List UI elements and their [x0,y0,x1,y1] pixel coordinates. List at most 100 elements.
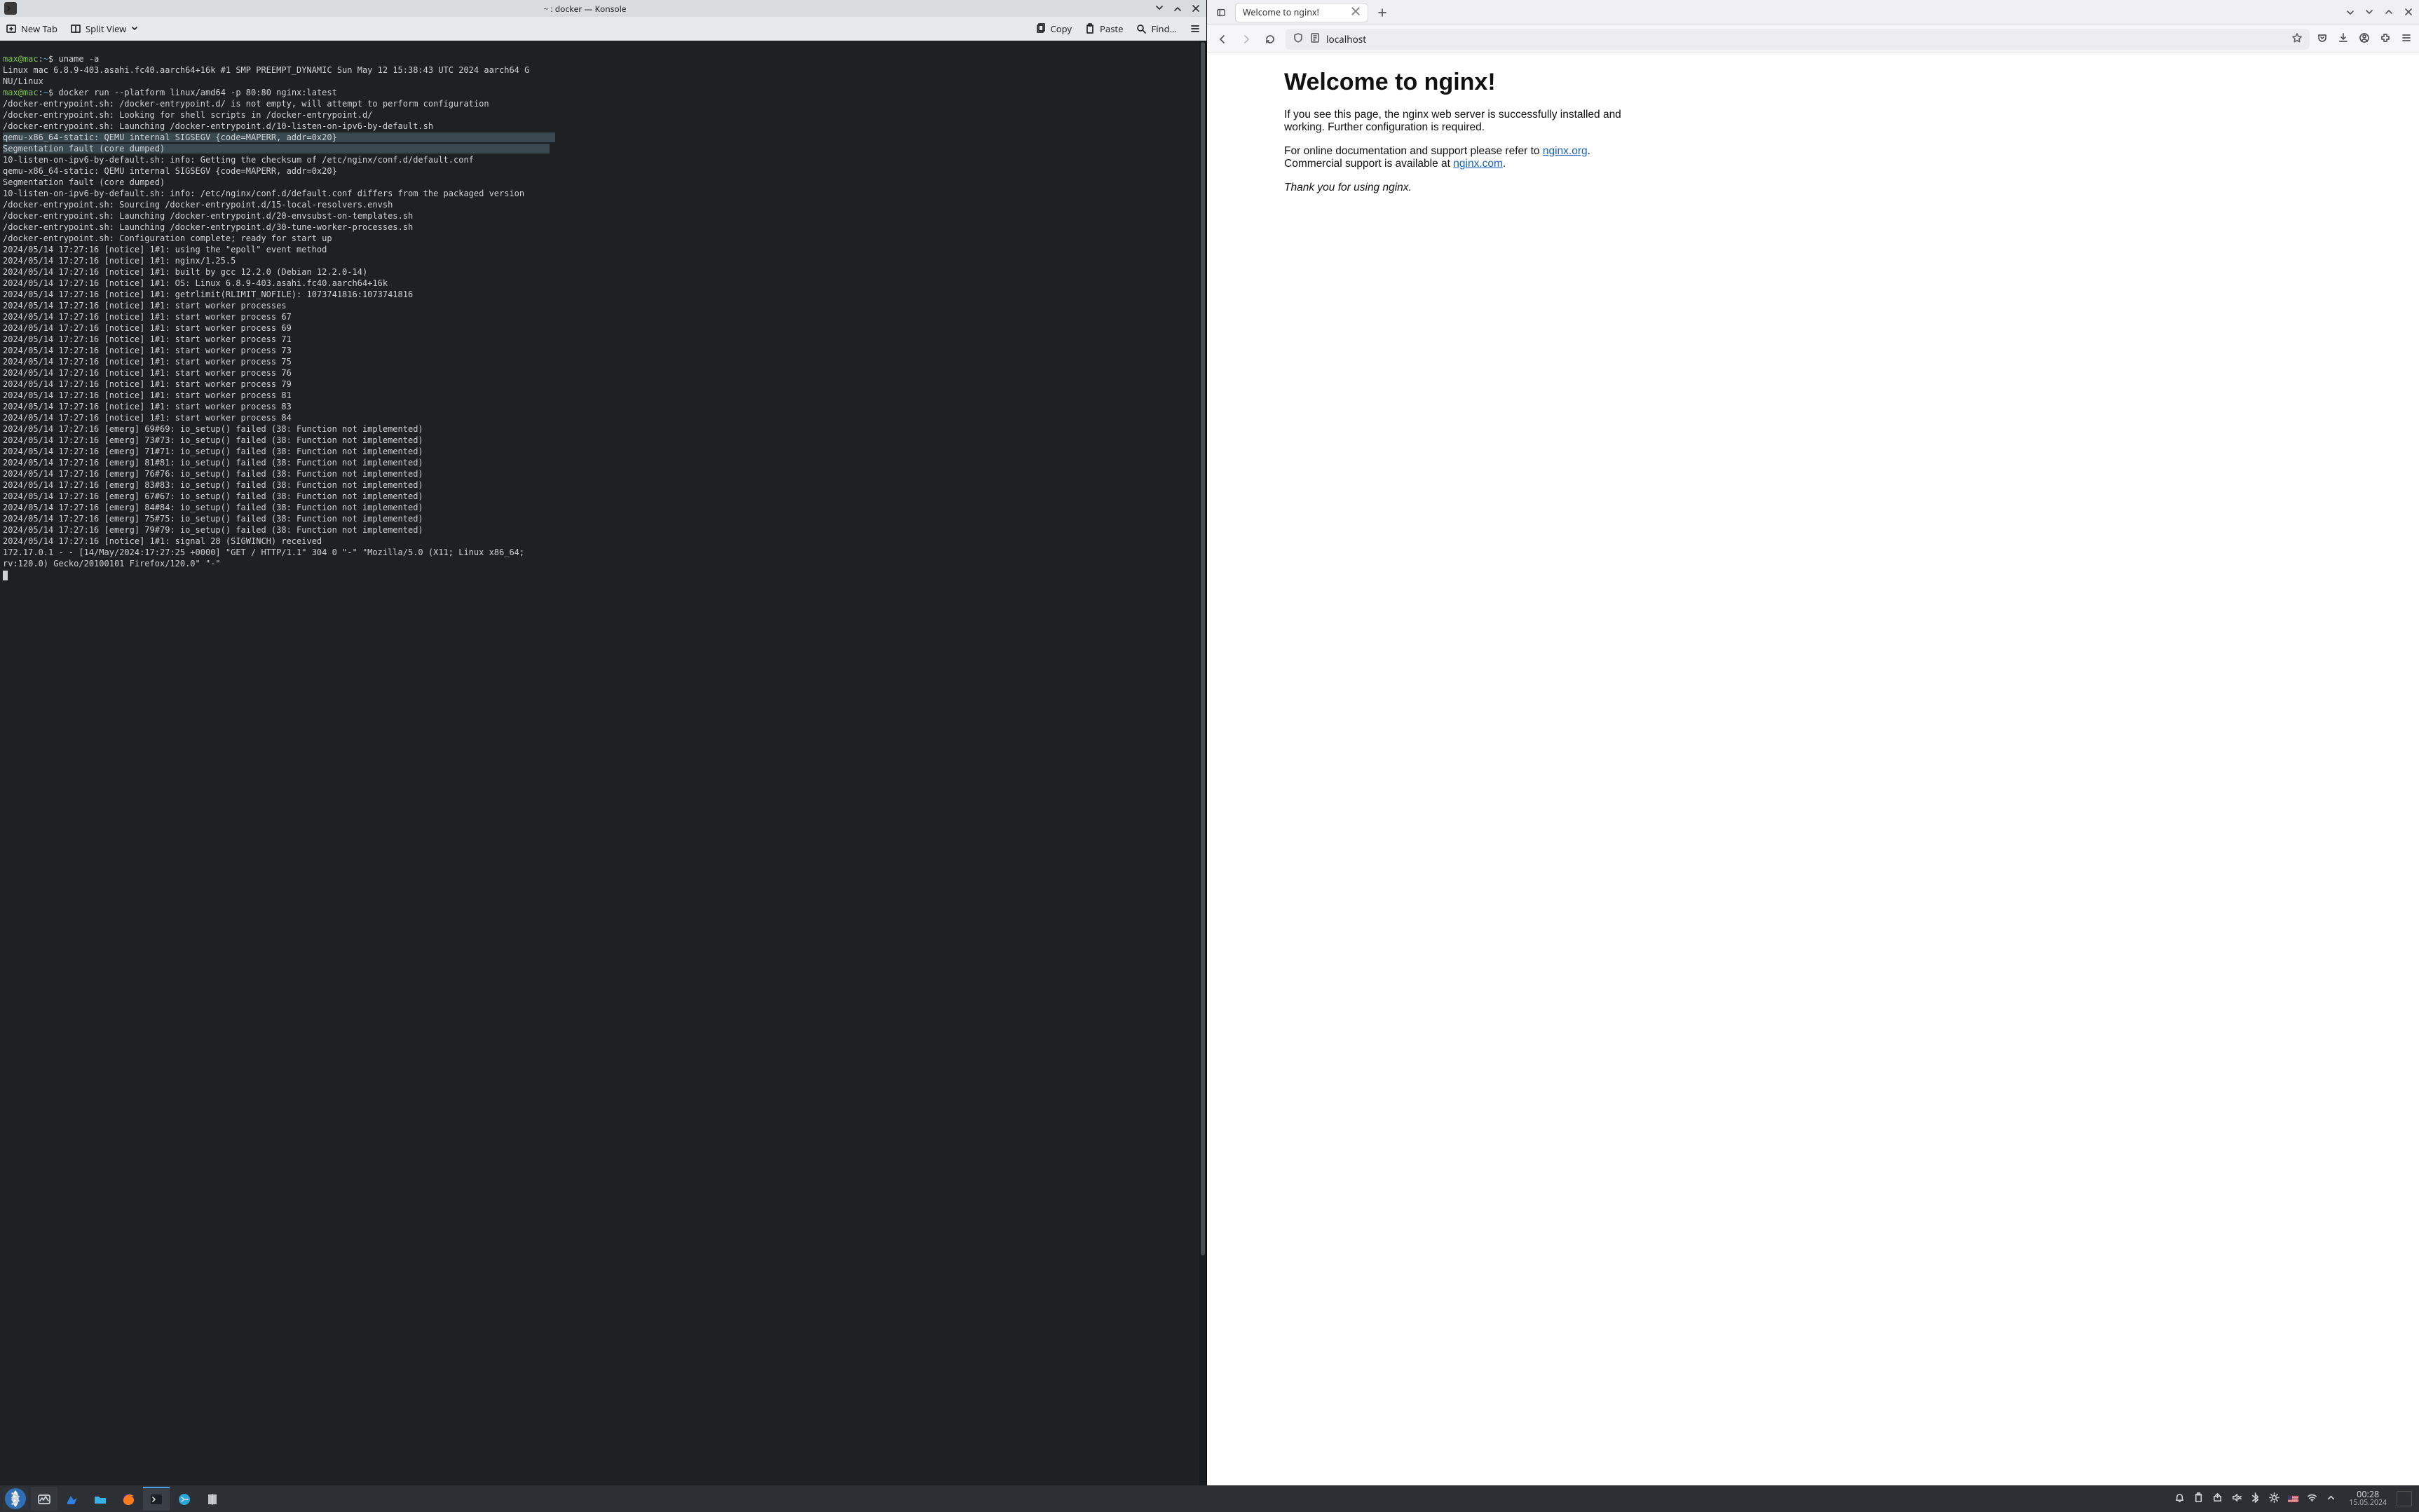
task-discover[interactable] [59,1487,86,1511]
close-button[interactable] [1190,2,1202,15]
out-line: 2024/05/14 17:27:16 [notice] 1#1: start … [3,368,292,378]
out-line: 2024/05/14 17:27:16 [notice] 1#1: start … [3,346,292,355]
tray-notifications-icon[interactable] [2174,1492,2185,1506]
konsole-titlebar[interactable]: ~ : docker — Konsole [0,0,1206,17]
tracking-shield-icon[interactable] [1293,32,1304,46]
konsole-app-icon [4,2,17,15]
link-nginx-com[interactable]: nginx.com [1453,158,1503,170]
out-line: 2024/05/14 17:27:16 [notice] 1#1: using … [3,245,327,254]
task-archiver[interactable] [199,1487,226,1511]
show-desktop-button[interactable] [2397,1491,2412,1506]
out-line: /docker-entrypoint.sh: Launching /docker… [3,211,413,221]
application-launcher[interactable] [3,1487,28,1510]
window-close-icon[interactable] [2404,5,2413,20]
new-tab-button[interactable]: New Tab [6,22,57,35]
tray-volume-muted-icon[interactable] [2231,1492,2242,1506]
find-button[interactable]: Find... [1136,22,1177,35]
tray-keyboard-layout-icon[interactable] [2288,1494,2298,1504]
copy-label: Copy [1051,22,1072,35]
split-view-button[interactable]: Split View [70,22,139,35]
out-line: 172.17.0.1 - - [14/May/2024:17:27:25 +00… [3,547,524,557]
cmd-docker: docker run --platform linux/amd64 -p 80:… [59,88,337,97]
bookmark-star-icon[interactable] [2291,32,2303,46]
tray-expand-icon[interactable] [2326,1492,2336,1506]
out-line: 2024/05/14 17:27:16 [emerg] 75#75: io_se… [3,514,423,524]
tray-updates-icon[interactable] [2212,1492,2223,1506]
url-bar[interactable]: localhost [1286,29,2310,50]
tray-network-wifi-icon[interactable] [2307,1492,2317,1506]
out-line: 2024/05/14 17:27:16 [emerg] 73#73: io_se… [3,435,423,445]
browser-tab[interactable]: Welcome to nginx! [1235,3,1368,22]
taskbar-clock[interactable]: 00:28 15.05.2024 [2343,1490,2392,1508]
extensions-icon[interactable] [2380,32,2391,47]
window-maximize-icon[interactable] [2384,5,2394,20]
nav-back-button[interactable] [1214,31,1231,48]
sidebar-toggle-button[interactable] [1213,4,1229,21]
app-menu-icon[interactable] [2401,32,2412,47]
out-line: 2024/05/14 17:27:16 [notice] 1#1: nginx/… [3,256,236,266]
hamburger-menu-button[interactable] [1190,23,1201,34]
out-line: 2024/05/14 17:27:16 [emerg] 76#76: io_se… [3,469,423,479]
tab-close-icon[interactable] [1351,6,1361,19]
terminal-scrollbar[interactable] [1199,41,1206,1485]
out-line: 2024/05/14 17:27:16 [emerg] 79#79: io_se… [3,525,423,535]
out-line: 2024/05/14 17:27:16 [emerg] 69#69: io_se… [3,424,423,434]
out-line: 2024/05/14 17:27:16 [notice] 1#1: start … [3,402,292,411]
out-line: qemu-x86_64-static: QEMU internal SIGSEG… [3,166,337,176]
out-line: /docker-entrypoint.sh: Configuration com… [3,233,332,243]
out-line: 2024/05/14 17:27:16 [emerg] 71#71: io_se… [3,447,423,456]
paste-label: Paste [1100,22,1123,35]
cmd-uname: uname -a [59,54,100,64]
task-system-monitor[interactable] [31,1487,57,1511]
paste-button[interactable]: Paste [1084,22,1123,35]
firefox-toolbar: localhost [1207,25,2419,53]
window-minimize-icon[interactable] [2364,5,2374,20]
task-konsole[interactable] [143,1487,170,1511]
out-line: /docker-entrypoint.sh: Launching /docker… [3,222,413,232]
prompt-user: max@mac [3,88,39,97]
out-line: 2024/05/14 17:27:16 [emerg] 84#84: io_se… [3,503,423,512]
task-kdevelop[interactable] [171,1487,198,1511]
site-info-icon[interactable] [1309,32,1321,46]
selected-text: Segmentation fault (core dumped) [3,144,165,154]
task-files[interactable] [87,1487,114,1511]
downloads-icon[interactable] [2338,32,2349,47]
new-tab-button[interactable] [1374,4,1391,21]
out-line: 2024/05/14 17:27:16 [emerg] 67#67: io_se… [3,491,423,501]
konsole-toolbar: New Tab Split View Copy Paste Find... [0,17,1206,41]
out-line: /docker-entrypoint.sh: Sourcing /docker-… [3,200,393,210]
out-line: 2024/05/14 17:27:16 [notice] 1#1: start … [3,334,292,344]
copy-button[interactable]: Copy [1035,22,1072,35]
chevron-down-icon [130,22,139,35]
nav-reload-button[interactable] [1262,31,1279,48]
prompt-user: max@mac [3,54,39,64]
out-line: /docker-entrypoint.sh: /docker-entrypoin… [3,99,489,109]
konsole-window: ~ : docker — Konsole New Tab Split View [0,0,1207,1485]
task-firefox[interactable] [115,1487,142,1511]
maximize-button[interactable] [1171,2,1184,15]
out-line: Segmentation fault (core dumped) [3,177,165,187]
page-h1: Welcome to nginx! [1284,69,2342,96]
tray-clipboard-icon[interactable] [2193,1492,2204,1506]
terminal-viewport[interactable]: max@mac:~$ uname -a Linux mac 6.8.9-403.… [0,41,1206,1485]
tray-brightness-icon[interactable] [2269,1492,2280,1506]
pocket-icon[interactable] [2317,32,2328,47]
page-thanks: Thank you for using nginx. [1284,182,1663,194]
tray-bluetooth-icon[interactable] [2250,1492,2261,1506]
nav-forward-button[interactable] [1238,31,1255,48]
out-line: 2024/05/14 17:27:16 [notice] 1#1: signal… [3,536,322,546]
page-p1: If you see this page, the nginx web serv… [1284,109,1663,134]
selected-text: qemu-x86_64-static: QEMU internal SIGSEG… [3,132,337,142]
kde-taskbar: 00:28 15.05.2024 [0,1485,2419,1512]
out-line: 2024/05/14 17:27:16 [notice] 1#1: start … [3,379,292,389]
out-line: 2024/05/14 17:27:16 [notice] 1#1: built … [3,267,367,277]
list-all-tabs-button[interactable] [2342,4,2359,21]
minimize-button[interactable] [1153,2,1166,15]
out-line: 2024/05/14 17:27:16 [notice] 1#1: OS: Li… [3,278,388,288]
account-icon[interactable] [2359,32,2370,47]
clock-date: 15.05.2024 [2349,1499,2387,1508]
prompt-path: ~ [43,54,48,64]
firefox-window: Welcome to nginx! [1207,0,2419,1485]
out-line: rv:120.0) Gecko/20100101 Firefox/120.0" … [3,559,221,568]
link-nginx-org[interactable]: nginx.org [1543,145,1588,157]
